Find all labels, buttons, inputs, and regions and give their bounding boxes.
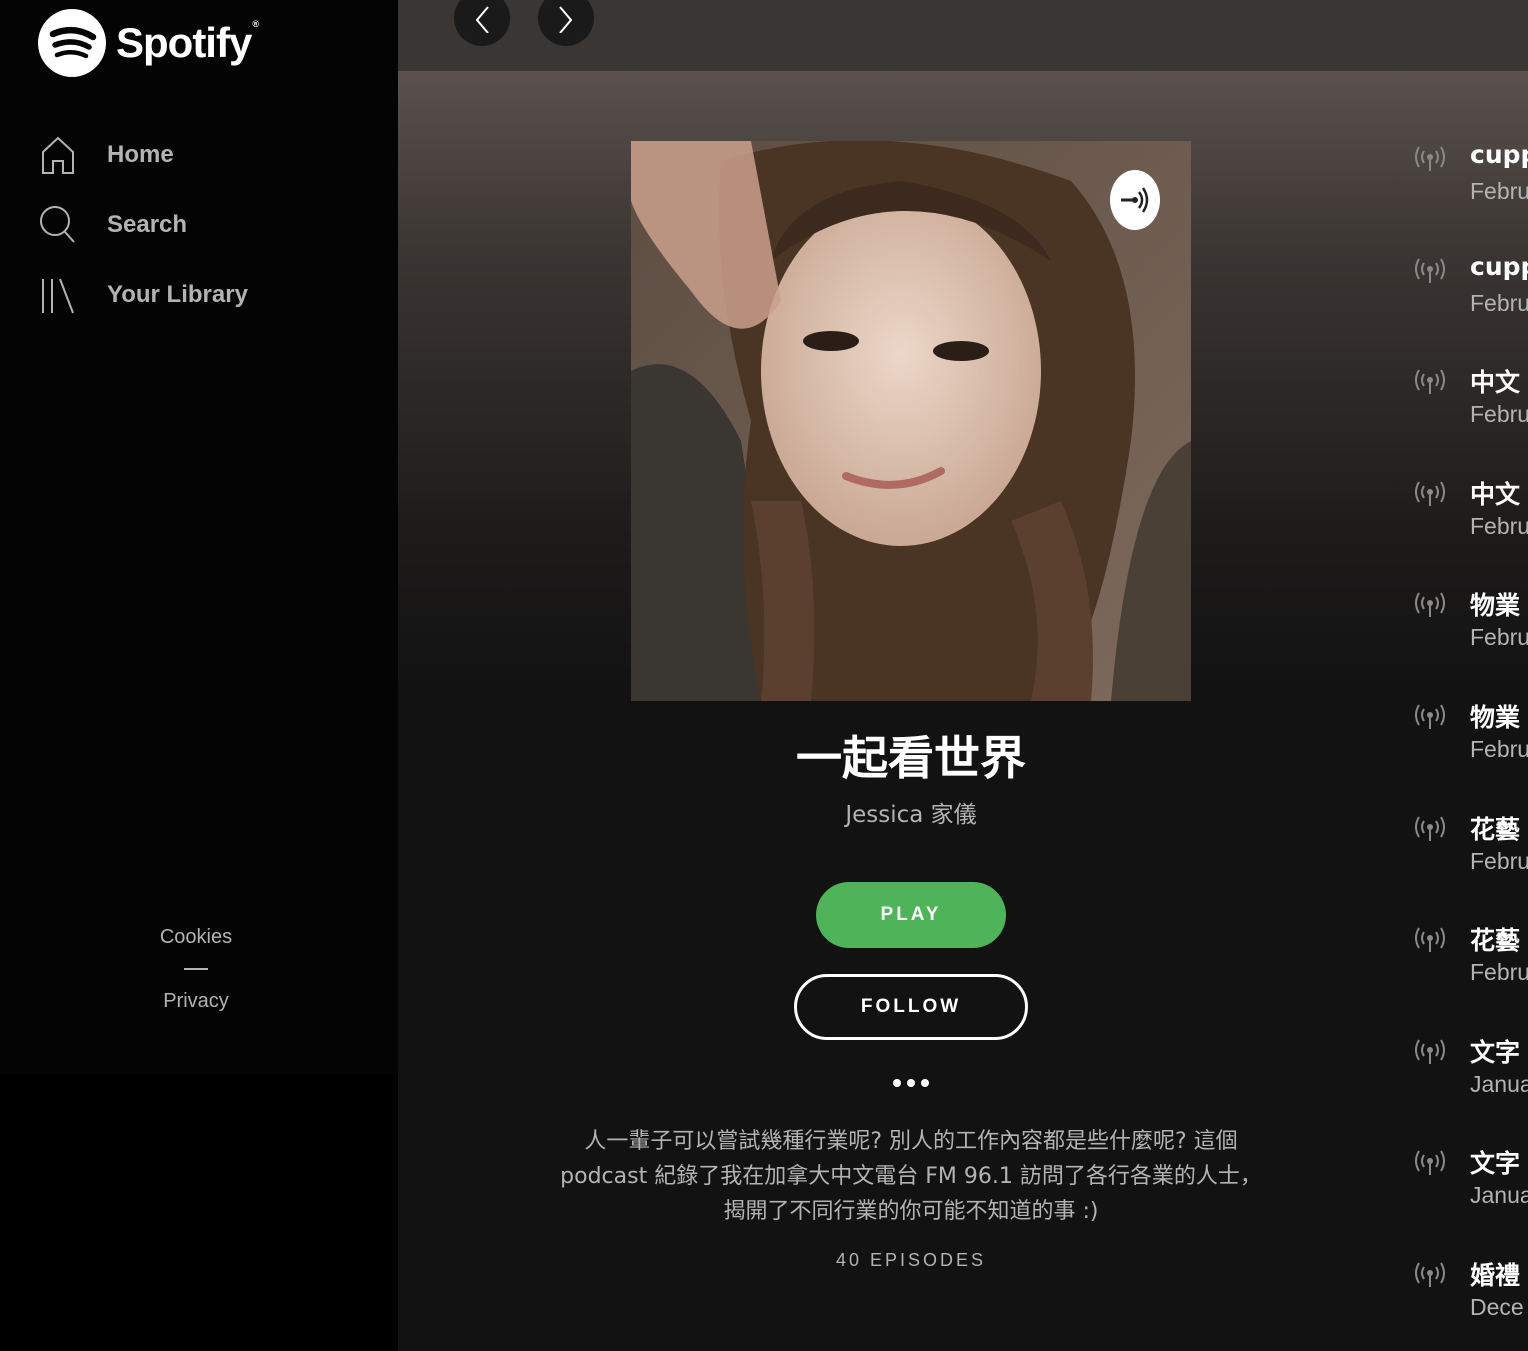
podcast-broadcast-icon — [1415, 258, 1445, 283]
chevron-right-icon — [559, 6, 573, 33]
chevron-left-icon — [475, 6, 489, 33]
sidebar-item-label: Home — [107, 141, 174, 168]
episode-date: Febru — [1470, 624, 1528, 651]
home-icon — [38, 135, 78, 175]
episode-date: Febru — [1470, 178, 1528, 204]
episode-row[interactable]: 物業 Febru — [1414, 582, 1528, 694]
episode-row[interactable]: 文字 Janua — [1414, 1140, 1528, 1252]
episode-title: 文字 — [1470, 1037, 1521, 1067]
sidebar: Spotify® Home Search Your Library Cookie… — [0, 0, 398, 1075]
podcast-broadcast-icon — [1415, 481, 1445, 506]
spotify-logo-icon — [38, 9, 106, 77]
episode-date: Febru — [1470, 512, 1528, 539]
logo-wordmark: Spotify® — [116, 19, 259, 66]
sidebar-footer-area — [0, 1075, 398, 1351]
episode-date: Febru — [1470, 959, 1528, 986]
episode-date: Febru — [1470, 401, 1528, 428]
forward-button[interactable] — [538, 0, 594, 46]
dot-icon — [921, 1079, 929, 1087]
podcast-author[interactable]: Jessica 家儀 — [631, 795, 1191, 829]
top-bar — [398, 0, 1528, 71]
episode-title: 物業 — [1470, 702, 1521, 732]
episode-title: cupp — [1470, 251, 1528, 281]
episode-list: cupp Febru cupp Febru 中文 Febru 中文 Febru … — [1414, 136, 1528, 1351]
more-options-button[interactable] — [886, 1070, 936, 1096]
episode-title: 花藝 — [1470, 814, 1521, 844]
episode-date: Febru — [1470, 289, 1528, 316]
sidebar-nav: Home Search Your Library — [38, 120, 378, 330]
sidebar-item-search[interactable]: Search — [38, 190, 378, 260]
legal-links: Cookies Privacy — [0, 922, 392, 1016]
podcast-broadcast-icon — [1415, 816, 1445, 841]
episode-row[interactable]: 物業 Febru — [1414, 694, 1528, 806]
episode-row[interactable]: 花藝 Febru — [1414, 806, 1528, 918]
podcast-broadcast-icon — [1415, 1262, 1445, 1287]
legal-divider — [184, 968, 208, 970]
play-button[interactable]: PLAY — [816, 882, 1006, 948]
episode-title: 中文 — [1470, 479, 1521, 509]
follow-button[interactable]: FOLLOW — [794, 974, 1028, 1040]
episode-date: Janua — [1470, 1070, 1528, 1097]
anchor-badge-icon — [1110, 170, 1160, 230]
sidebar-item-home[interactable]: Home — [38, 120, 378, 190]
episode-date: Febru — [1470, 847, 1528, 874]
cookies-link[interactable]: Cookies — [0, 922, 392, 952]
back-button[interactable] — [454, 0, 510, 46]
episode-row[interactable]: cupp Febru — [1414, 136, 1528, 248]
sidebar-item-label: Search — [107, 211, 188, 238]
podcast-broadcast-icon — [1415, 369, 1445, 395]
episode-title: 花藝 — [1470, 926, 1521, 956]
episode-title: 物業 — [1470, 591, 1521, 621]
podcast-broadcast-icon — [1415, 704, 1445, 729]
podcast-broadcast-icon — [1415, 146, 1445, 171]
episode-row[interactable]: 婚禮 Dece — [1414, 1252, 1528, 1351]
episode-count: 40 EPISODES — [835, 1250, 987, 1270]
episode-date: Dece — [1470, 1293, 1524, 1320]
main-content: 一起看世界 Jessica 家儀 PLAY FOLLOW 人一輩子可以嘗試幾種行… — [398, 0, 1528, 1351]
library-icon — [38, 275, 78, 315]
dot-icon — [893, 1079, 901, 1087]
dot-icon — [907, 1079, 915, 1087]
podcast-broadcast-icon — [1415, 592, 1445, 618]
episode-title: 婚禮 — [1470, 1260, 1521, 1290]
podcast-cover-image — [631, 141, 1191, 701]
episode-title: 中文 — [1470, 368, 1521, 398]
sidebar-item-label: Your Library — [107, 281, 248, 308]
privacy-link[interactable]: Privacy — [0, 986, 392, 1016]
spotify-logo[interactable]: Spotify® — [38, 9, 259, 77]
search-icon — [38, 205, 78, 245]
podcast-broadcast-icon — [1415, 1150, 1445, 1176]
episode-row[interactable]: 中文 Febru — [1414, 471, 1528, 583]
podcast-broadcast-icon — [1415, 927, 1445, 953]
episode-row[interactable]: cupp Febru — [1414, 248, 1528, 360]
episode-row[interactable]: 中文 Febru — [1414, 359, 1528, 471]
podcast-broadcast-icon — [1415, 1039, 1445, 1064]
episode-row[interactable]: 花藝 Febru — [1414, 917, 1528, 1029]
episode-row[interactable]: 文字 Janua — [1414, 1029, 1528, 1141]
sidebar-item-library[interactable]: Your Library — [38, 260, 378, 330]
page-title: 一起看世界 — [796, 731, 1026, 785]
episode-title: cupp — [1470, 140, 1528, 169]
cover-photo — [631, 141, 1191, 701]
episode-date: Febru — [1470, 735, 1528, 762]
episode-title: 文字 — [1470, 1149, 1521, 1179]
episode-date: Janua — [1470, 1182, 1528, 1209]
podcast-description: 人一輩子可以嘗試幾種行業呢? 別人的工作內容都是些什麼呢? 這個 podcast… — [560, 1129, 1262, 1224]
